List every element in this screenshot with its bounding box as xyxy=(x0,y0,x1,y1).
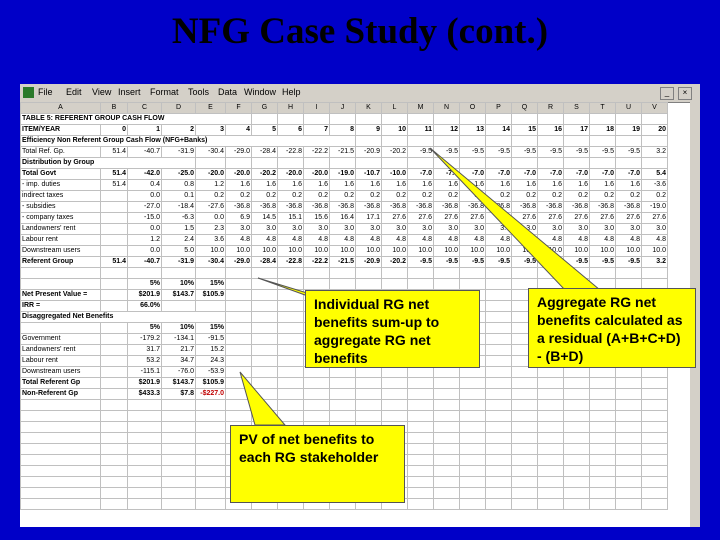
callout-individual: Individual RG net benefits sum-up to agg… xyxy=(305,290,480,368)
pv-pointer xyxy=(239,371,287,426)
aggregate-pointer xyxy=(429,147,602,291)
slide: { "slide": {"title": "NFG Case Study (co… xyxy=(0,0,720,540)
callout-aggregate: Aggregate RG net benefits calculated as … xyxy=(528,288,696,368)
callout-pv: PV of net benefits to each RG stakeholde… xyxy=(230,425,405,503)
